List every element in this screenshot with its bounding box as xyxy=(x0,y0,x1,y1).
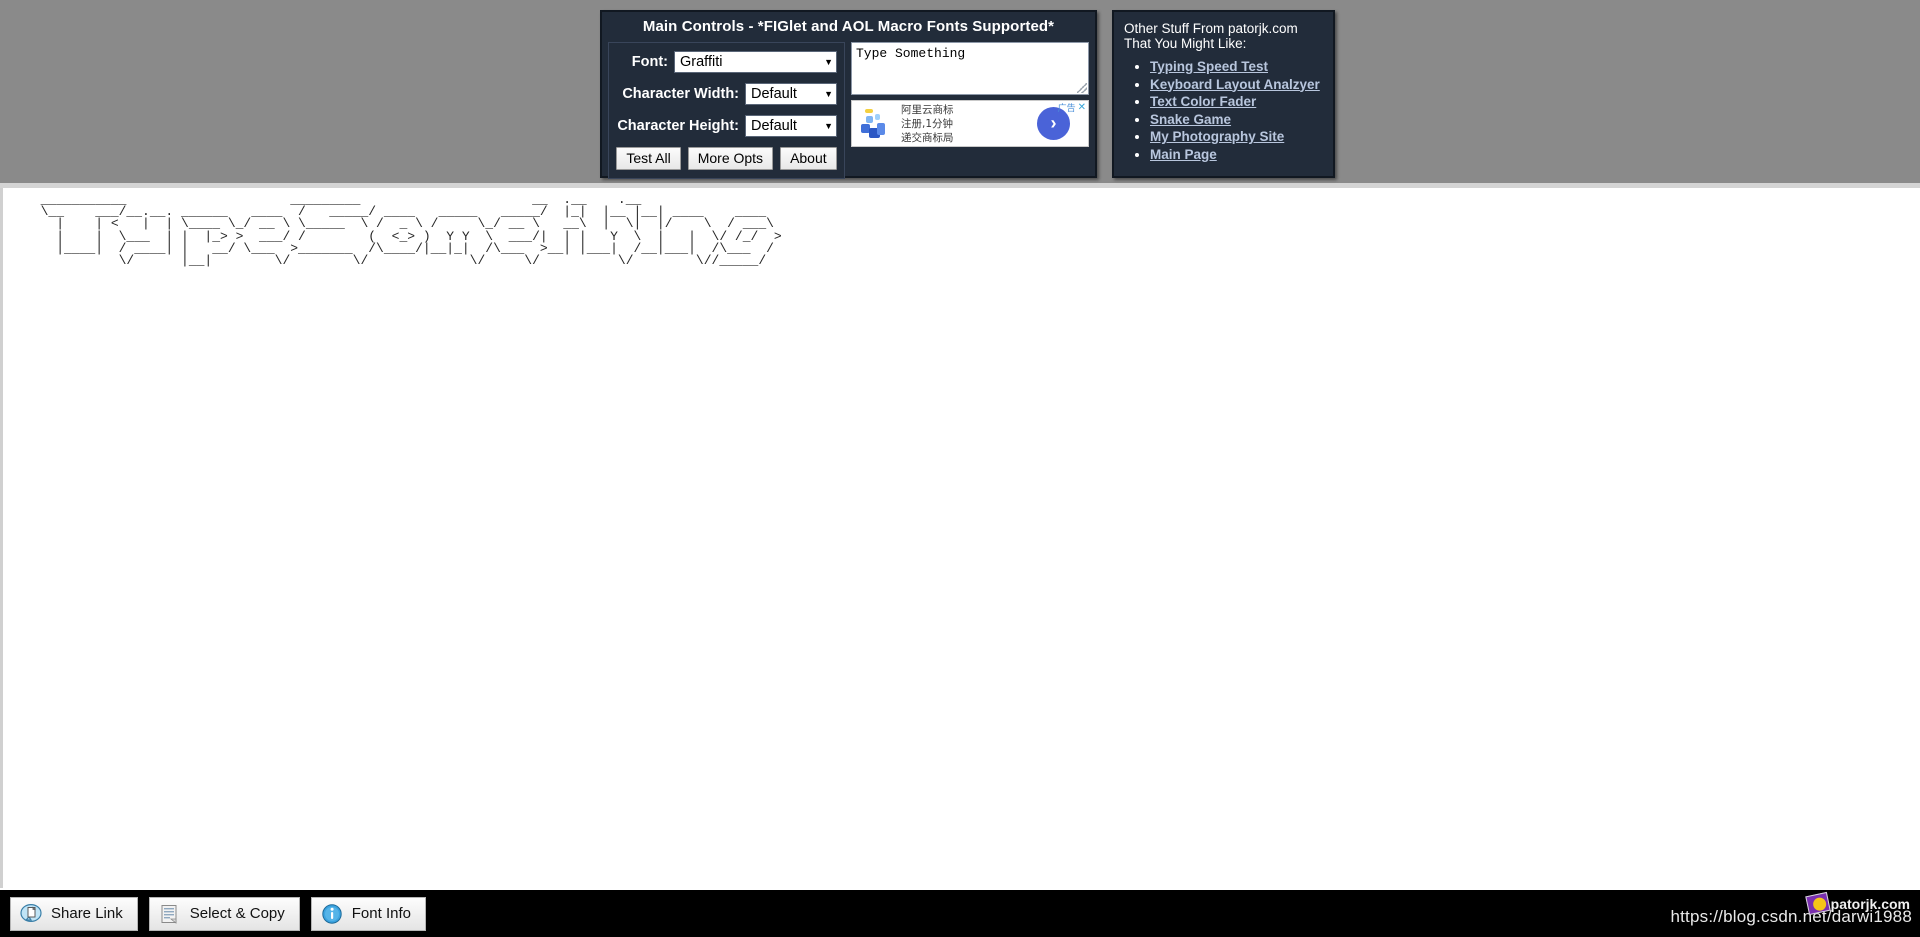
link-snake-game[interactable]: Snake Game xyxy=(1150,112,1231,127)
font-select-value: Graffiti xyxy=(680,54,723,70)
book-icon xyxy=(1804,891,1831,916)
link-keyboard-layout-analyzer[interactable]: Keyboard Layout Analzyer xyxy=(1150,77,1320,92)
ad-line-2: 注册,1分钟 xyxy=(901,117,954,130)
list-item: Main Page xyxy=(1150,146,1323,164)
link-text-color-fader[interactable]: Text Color Fader xyxy=(1150,94,1256,109)
close-icon[interactable]: ✕ xyxy=(1078,102,1086,113)
font-label: Font: xyxy=(631,54,668,70)
about-button[interactable]: About xyxy=(780,147,837,170)
bottom-toolbar: Share Link Select & Copy Font Info https… xyxy=(0,888,1920,937)
watermark: https://blog.csdn.net/darwi1988 patorjk.… xyxy=(1670,891,1912,927)
list-item: Keyboard Layout Analzyer xyxy=(1150,76,1323,94)
select-and-copy-button[interactable]: Select & Copy xyxy=(148,896,300,931)
list-item: Typing Speed Test xyxy=(1150,58,1323,76)
smiley-icon xyxy=(1811,896,1828,912)
chevron-down-icon: ▼ xyxy=(824,88,833,99)
resize-grip-handle[interactable] xyxy=(1077,83,1087,93)
list-item: My Photography Site xyxy=(1150,128,1323,146)
character-width-label: Character Width: xyxy=(622,86,739,102)
link-main-page[interactable]: Main Page xyxy=(1150,147,1217,162)
document-copy-icon xyxy=(159,903,181,925)
link-typing-speed-test[interactable]: Typing Speed Test xyxy=(1150,59,1268,74)
character-width-row: Character Width: Default ▼ xyxy=(616,83,837,105)
ad-label: 广告 xyxy=(1057,104,1076,114)
ascii-art-output-area[interactable]: ___________ _________ __ .__ .__ \__ ___… xyxy=(0,188,1920,888)
font-select[interactable]: Graffiti ▼ xyxy=(674,51,837,73)
controls-button-row: Test All More Opts About xyxy=(616,147,837,170)
character-height-label: Character Height: xyxy=(617,118,739,134)
watermark-site-name: patorjk.com xyxy=(1830,895,1910,912)
other-stuff-title-line-1: Other Stuff From patorjk.com xyxy=(1124,21,1298,36)
more-opts-button[interactable]: More Opts xyxy=(687,147,774,170)
patorjk-logo: patorjk.com xyxy=(1804,891,1910,916)
ad-text: 阿里云商标 注册,1分钟 递交商标局 xyxy=(901,103,954,145)
controls-left-column: Font: Graffiti ▼ Character Width: Defaul… xyxy=(608,42,845,179)
other-stuff-link-list: Typing Speed Test Keyboard Layout Analzy… xyxy=(1124,58,1323,163)
panel-title: Main Controls - *FIGlet and AOL Macro Fo… xyxy=(642,18,1055,35)
list-item: Snake Game xyxy=(1150,111,1323,129)
font-info-button[interactable]: Font Info xyxy=(310,896,426,931)
list-item: Text Color Fader xyxy=(1150,93,1323,111)
chevron-down-icon: ▼ xyxy=(824,56,833,67)
share-link-label: Share Link xyxy=(51,905,123,922)
text-input[interactable]: Type Something xyxy=(851,42,1089,95)
ascii-art-text: ___________ _________ __ .__ .__ \__ ___… xyxy=(40,192,782,269)
character-height-row: Character Height: Default ▼ xyxy=(616,115,837,137)
advertisement-banner[interactable]: 阿里云商标 注册,1分钟 递交商标局 › 广告 ✕ xyxy=(851,100,1089,147)
character-width-select[interactable]: Default ▼ xyxy=(745,83,837,105)
ad-line-3: 递交商标局 xyxy=(901,131,954,144)
character-height-select[interactable]: Default ▼ xyxy=(745,115,837,137)
share-link-button[interactable]: Share Link xyxy=(10,896,138,931)
text-input-value: Type Something xyxy=(856,46,966,61)
ad-label-group: 广告 ✕ xyxy=(1058,101,1086,114)
ad-thumbnail-icon xyxy=(855,104,895,144)
info-icon xyxy=(321,903,343,925)
character-height-value: Default xyxy=(751,118,797,134)
controls-right-column: Type Something 阿里云商标 注册,1分钟 递交商标局 › 广告 ✕ xyxy=(851,42,1089,179)
main-controls-panel: Main Controls - *FIGlet and AOL Macro Fo… xyxy=(600,10,1097,179)
other-stuff-title-line-2: That You Might Like: xyxy=(1124,36,1247,51)
controls-body: Font: Graffiti ▼ Character Width: Defaul… xyxy=(602,42,1095,185)
character-width-value: Default xyxy=(751,86,797,102)
other-stuff-title: Other Stuff From patorjk.com That You Mi… xyxy=(1124,21,1323,51)
test-all-button[interactable]: Test All xyxy=(616,147,681,170)
other-stuff-panel: Other Stuff From patorjk.com That You Mi… xyxy=(1112,10,1335,178)
share-link-icon xyxy=(20,903,42,925)
select-and-copy-label: Select & Copy xyxy=(189,905,285,922)
chevron-down-icon: ▼ xyxy=(824,120,833,131)
link-my-photography-site[interactable]: My Photography Site xyxy=(1150,129,1284,144)
ad-line-1: 阿里云商标 xyxy=(901,103,954,116)
font-row: Font: Graffiti ▼ xyxy=(616,51,837,73)
font-info-label: Font Info xyxy=(351,905,411,922)
